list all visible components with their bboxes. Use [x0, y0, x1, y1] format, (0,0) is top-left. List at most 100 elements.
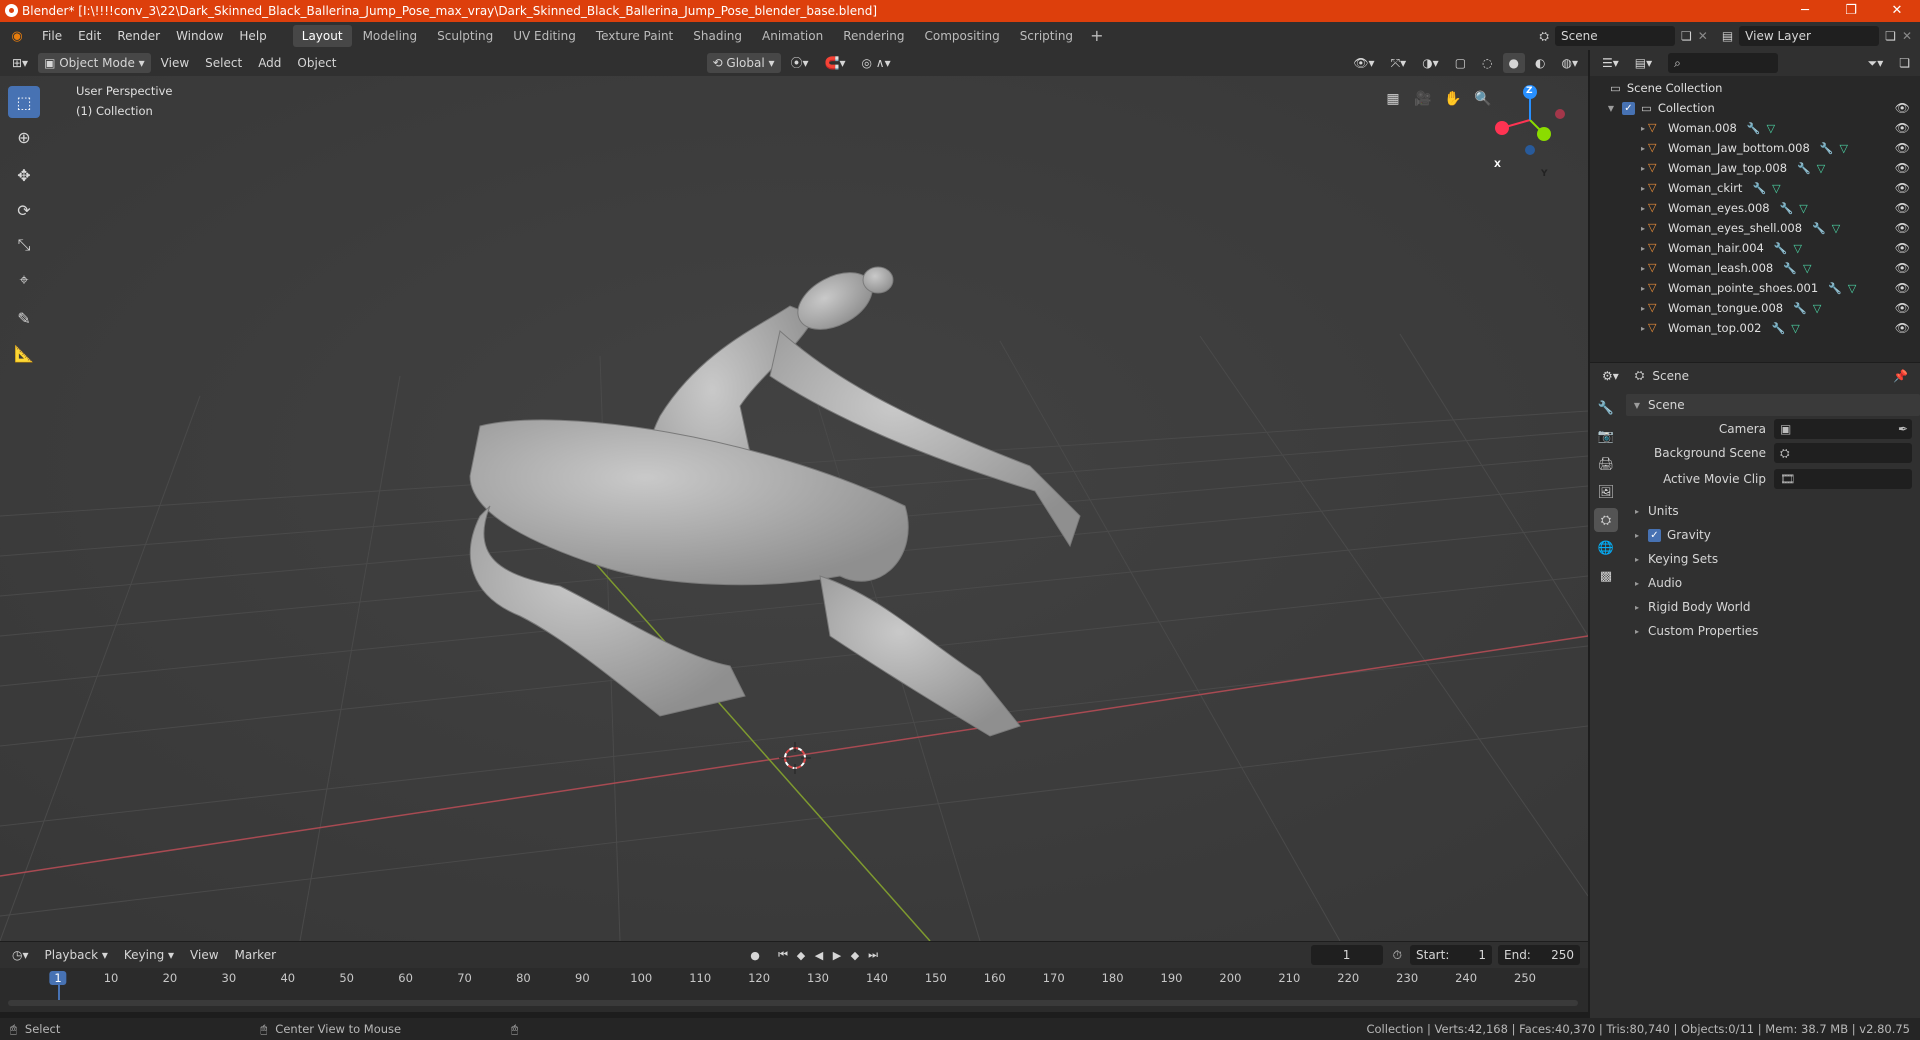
- mesh-data-icon[interactable]: ▽: [1772, 182, 1780, 195]
- new-collection-icon[interactable]: ❏: [1893, 53, 1916, 73]
- measure-tool-icon[interactable]: 📐: [8, 337, 40, 369]
- expand-icon[interactable]: ▸: [1638, 264, 1648, 273]
- eye-icon[interactable]: 👁: [1895, 101, 1910, 115]
- menu-playback[interactable]: Playback ▾: [39, 945, 114, 965]
- expand-icon[interactable]: ▸: [1638, 184, 1648, 193]
- new-view-layer-icon[interactable]: ❏: [1885, 29, 1896, 43]
- new-scene-icon[interactable]: ❏: [1681, 29, 1692, 43]
- camera-field[interactable]: ▣ ✒: [1774, 419, 1912, 439]
- xray-icon[interactable]: ▢: [1449, 53, 1472, 73]
- outliner-collection[interactable]: ▼ ✓ ▭ Collection 👁: [1590, 98, 1920, 118]
- jump-end-icon[interactable]: ⏭: [864, 946, 882, 964]
- toggle-camera-view-icon[interactable]: ▦: [1380, 86, 1406, 112]
- tab-texture-icon[interactable]: ▩: [1594, 564, 1618, 588]
- next-keyframe-icon[interactable]: ◆: [846, 946, 864, 964]
- start-frame-field[interactable]: Start: 1: [1410, 945, 1492, 965]
- outliner-item[interactable]: ▸ ▽ Woman_eyes_shell.008 🔧 ▽ 👁: [1590, 218, 1920, 238]
- menu-render[interactable]: Render: [109, 29, 168, 43]
- eye-icon[interactable]: 👁: [1895, 301, 1910, 315]
- gizmo-z-label[interactable]: Z: [1526, 86, 1533, 96]
- play-icon[interactable]: ▶: [828, 946, 846, 964]
- eye-icon[interactable]: 👁: [1895, 261, 1910, 275]
- outliner-item[interactable]: ▸ ▽ Woman.008 🔧 ▽ 👁: [1590, 118, 1920, 138]
- wireframe-shading-icon[interactable]: ◌: [1476, 53, 1498, 73]
- maximize-button[interactable]: ❐: [1828, 0, 1874, 22]
- rigid-body-world-panel-header[interactable]: ▸ Rigid Body World: [1626, 596, 1920, 618]
- scene-selector[interactable]: Scene: [1555, 26, 1675, 46]
- eye-icon[interactable]: 👁: [1895, 121, 1910, 135]
- visibility-icon[interactable]: 👁▾: [1347, 53, 1380, 73]
- move-tool-icon[interactable]: ✥: [8, 159, 40, 191]
- mesh-data-icon[interactable]: ▽: [1848, 282, 1856, 295]
- current-frame-field[interactable]: 1: [1310, 945, 1383, 965]
- tab-scripting[interactable]: Scripting: [1011, 25, 1082, 47]
- eye-icon[interactable]: 👁: [1895, 141, 1910, 155]
- tab-shading[interactable]: Shading: [684, 25, 751, 47]
- tab-uv-editing[interactable]: UV Editing: [504, 25, 585, 47]
- outliner-item[interactable]: ▸ ▽ Woman_leash.008 🔧 ▽ 👁: [1590, 258, 1920, 278]
- cursor-tool-icon[interactable]: ⊕: [8, 121, 40, 153]
- expand-icon[interactable]: ▸: [1638, 144, 1648, 153]
- expand-icon[interactable]: ▸: [1638, 204, 1648, 213]
- gizmo-y-label[interactable]: Y: [1541, 169, 1548, 179]
- modifier-icon[interactable]: 🔧: [1793, 302, 1807, 315]
- pivot-icon[interactable]: ⦿▾: [785, 53, 815, 73]
- menu-timeline-view[interactable]: View: [184, 945, 224, 965]
- timeline-scrollbar[interactable]: [8, 1000, 1578, 1006]
- collection-expand-icon[interactable]: ▼: [1606, 104, 1616, 113]
- annotate-tool-icon[interactable]: ✎: [8, 302, 40, 334]
- playhead-line[interactable]: [58, 982, 60, 1000]
- mesh-data-icon[interactable]: ▽: [1767, 122, 1775, 135]
- expand-icon[interactable]: ▸: [1638, 324, 1648, 333]
- mesh-data-icon[interactable]: ▽: [1817, 162, 1825, 175]
- properties-editor-type-icon[interactable]: ⚙▾: [1596, 366, 1625, 386]
- zoom-view-icon[interactable]: 🔍: [1470, 86, 1496, 112]
- modifier-icon[interactable]: 🔧: [1783, 262, 1797, 275]
- custom-properties-panel-header[interactable]: ▸ Custom Properties: [1626, 620, 1920, 642]
- jump-start-icon[interactable]: ⏮: [774, 946, 792, 964]
- timeline-editor-type-icon[interactable]: ◷▾: [6, 945, 35, 965]
- outliner-item[interactable]: ▸ ▽ Woman_top.002 🔧 ▽ 👁: [1590, 318, 1920, 338]
- expand-icon[interactable]: ▸: [1638, 124, 1648, 133]
- eye-icon[interactable]: 👁: [1895, 321, 1910, 335]
- mesh-data-icon[interactable]: ▽: [1794, 242, 1802, 255]
- camera-icon[interactable]: 🎥: [1410, 86, 1436, 112]
- menu-keying[interactable]: Keying ▾: [118, 945, 180, 965]
- scale-tool-icon[interactable]: ⤡: [8, 229, 40, 261]
- timeline-area[interactable]: 1 10 20 30 40 50 60 70 80 90 100 110 120 130 140 150 160…: [0, 968, 1588, 1012]
- expand-icon[interactable]: ▸: [1638, 244, 1648, 253]
- delete-scene-icon[interactable]: ✕: [1698, 29, 1708, 43]
- prev-keyframe-icon[interactable]: ◆: [792, 946, 810, 964]
- 3d-viewport[interactable]: User Perspective (1) Collection X Y Z ▦ …: [0, 76, 1588, 941]
- eye-icon[interactable]: 👁: [1895, 181, 1910, 195]
- rotate-tool-icon[interactable]: ⟳: [8, 194, 40, 226]
- menu-file[interactable]: File: [34, 29, 70, 43]
- menu-view[interactable]: View: [155, 53, 195, 73]
- audio-panel-header[interactable]: ▸ Audio: [1626, 572, 1920, 594]
- outliner-item[interactable]: ▸ ▽ Woman_hair.004 🔧 ▽ 👁: [1590, 238, 1920, 258]
- modifier-icon[interactable]: 🔧: [1797, 162, 1811, 175]
- tab-output-icon[interactable]: 🖨: [1594, 452, 1618, 476]
- outliner-item[interactable]: ▸ ▽ Woman_ckirt 🔧 ▽ 👁: [1590, 178, 1920, 198]
- filter-icon[interactable]: ⏷▾: [1862, 53, 1890, 73]
- view-layer-selector[interactable]: View Layer: [1739, 26, 1880, 46]
- gravity-checkbox[interactable]: ✓: [1648, 528, 1661, 542]
- expand-icon[interactable]: ▸: [1638, 224, 1648, 233]
- snap-icon[interactable]: 🧲▾: [819, 53, 852, 73]
- menu-window[interactable]: Window: [168, 29, 231, 43]
- modifier-icon[interactable]: 🔧: [1774, 242, 1788, 255]
- play-reverse-icon[interactable]: ◀: [810, 946, 828, 964]
- expand-icon[interactable]: ▸: [1638, 164, 1648, 173]
- menu-marker[interactable]: Marker: [229, 945, 282, 965]
- tab-animation[interactable]: Animation: [753, 25, 832, 47]
- outliner-editor-type-icon[interactable]: ☰▾: [1596, 53, 1625, 73]
- mesh-data-icon[interactable]: ▽: [1840, 142, 1848, 155]
- transform-tool-icon[interactable]: ⌖: [8, 264, 40, 296]
- modifier-icon[interactable]: 🔧: [1780, 202, 1794, 215]
- orientation-selector[interactable]: ⟲ Global ▾: [706, 53, 781, 73]
- expand-icon[interactable]: ▸: [1638, 284, 1648, 293]
- proportional-edit-icon[interactable]: ◎ ∧▾: [856, 53, 897, 73]
- modifier-icon[interactable]: 🔧: [1747, 122, 1761, 135]
- background-scene-field[interactable]: ⛭: [1774, 443, 1912, 463]
- solid-shading-icon[interactable]: ●: [1502, 53, 1526, 73]
